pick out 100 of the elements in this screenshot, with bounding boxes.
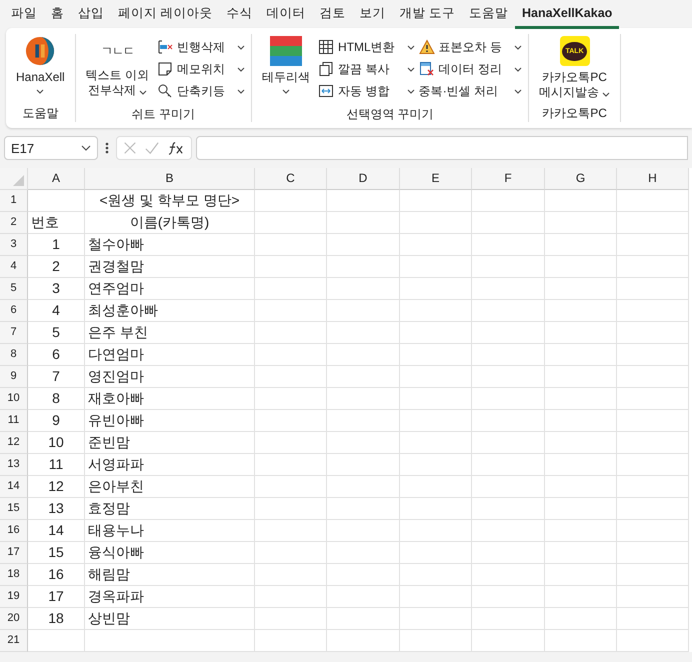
row-header[interactable]: 6 [0, 300, 28, 322]
ribbon-button[interactable]: 빈행삭제 [157, 36, 246, 58]
row-header[interactable]: 19 [0, 586, 28, 608]
ribbon-button[interactable]: ㄱㄴㄷ 텍스트 이외 전부삭제 [82, 34, 154, 106]
table-cell: 최성훈아빠 [85, 300, 255, 322]
column-header[interactable]: C [255, 168, 327, 190]
column-header[interactable]: B [85, 168, 255, 190]
table-cell: 12 [28, 476, 85, 498]
column-header[interactable]: E [400, 168, 472, 190]
table-cell [400, 344, 472, 366]
ribbon-button[interactable]: 깔끔 복사 [318, 58, 415, 80]
ribbon-tab[interactable]: 파일 [4, 0, 44, 28]
ribbon-button[interactable]: 테두리색 [258, 34, 314, 106]
ribbon-tab[interactable]: 홈 [44, 0, 71, 28]
table-cell [617, 212, 689, 234]
ribbon-button[interactable]: 단축키등 [157, 80, 246, 102]
row-header[interactable]: 17 [0, 542, 28, 564]
row-header[interactable]: 18 [0, 564, 28, 586]
table-cell [545, 322, 617, 344]
column-header[interactable]: D [327, 168, 400, 190]
table-cell: 3 [28, 278, 85, 300]
table-cell: 준빈맘 [85, 432, 255, 454]
table-cell [400, 322, 472, 344]
ribbon-tab[interactable]: 도움말 [462, 0, 515, 28]
color-stripes-icon [270, 36, 302, 66]
logo-icon [24, 36, 56, 66]
ribbon-button[interactable]: 데이터 정리 [418, 58, 522, 80]
ribbon-tab[interactable]: 검토 [312, 0, 352, 28]
row-header[interactable]: 2 [0, 212, 28, 234]
cancel-icon[interactable] [123, 141, 137, 155]
ribbon-button[interactable]: 메모위치 [157, 58, 246, 80]
table-cell [545, 388, 617, 410]
row-header[interactable]: 3 [0, 234, 28, 256]
ribbon-button[interactable]: 자동 병합 [318, 80, 415, 102]
row-header[interactable]: 14 [0, 476, 28, 498]
table-cell [400, 476, 472, 498]
row-header[interactable]: 12 [0, 432, 28, 454]
caret-icon [406, 44, 415, 50]
formula-input[interactable] [196, 136, 688, 160]
row-header[interactable]: 20 [0, 608, 28, 630]
ribbon-button[interactable]: 표본오차 등 [418, 36, 522, 58]
ribbon-button[interactable]: HanaXell [12, 34, 69, 105]
ribbon-tab[interactable]: 개발 도구 [392, 0, 462, 28]
ribbon-tab[interactable]: 수식 [219, 0, 260, 28]
column-header[interactable]: G [545, 168, 617, 190]
ribbon-tab[interactable]: 페이지 레이아웃 [111, 0, 220, 28]
table-cell [255, 322, 327, 344]
function-icon[interactable] [167, 141, 185, 155]
caret-icon [282, 89, 290, 94]
caret-icon [602, 92, 610, 97]
table-cell [255, 520, 327, 542]
row-header[interactable]: 21 [0, 630, 28, 652]
table-cell [400, 454, 472, 476]
select-all-icon[interactable] [13, 175, 24, 186]
column-header[interactable]: H [617, 168, 689, 190]
row-header[interactable]: 16 [0, 520, 28, 542]
column-header[interactable]: A [28, 168, 85, 190]
table-cell [400, 498, 472, 520]
table-cell [400, 410, 472, 432]
table-cell [255, 300, 327, 322]
table-cell [545, 234, 617, 256]
ribbon-tab[interactable]: 보기 [352, 0, 392, 28]
group-label: 도움말 [21, 105, 60, 122]
ribbon-tab[interactable]: 데이터 [259, 0, 312, 28]
group-label: 쉬트 꾸미기 [130, 106, 196, 123]
row-header[interactable]: 5 [0, 278, 28, 300]
table-cell: 7 [28, 366, 85, 388]
table-cell [617, 410, 689, 432]
group-label: 카카오톡PC [541, 105, 608, 122]
table-cell [400, 586, 472, 608]
row-header[interactable]: 8 [0, 344, 28, 366]
ribbon-button[interactable]: HTML변환 [318, 36, 415, 58]
table-cell [255, 432, 327, 454]
column-header[interactable]: F [472, 168, 545, 190]
table-cell [255, 498, 327, 520]
caret-icon [237, 66, 246, 72]
row-header[interactable]: 1 [0, 190, 28, 212]
table-cell [617, 454, 689, 476]
table-cell [545, 520, 617, 542]
table-cell [545, 608, 617, 630]
name-box[interactable]: E17 [4, 136, 98, 160]
table-cell: 권경철맘 [85, 256, 255, 278]
row-header[interactable]: 10 [0, 388, 28, 410]
table-cell: 15 [28, 542, 85, 564]
row-header[interactable]: 11 [0, 410, 28, 432]
table-cell [617, 366, 689, 388]
table-cell [617, 344, 689, 366]
check-icon[interactable] [145, 141, 159, 155]
table-cell: 16 [28, 564, 85, 586]
table-cell [617, 608, 689, 630]
row-header[interactable]: 9 [0, 366, 28, 388]
row-header[interactable]: 13 [0, 454, 28, 476]
ribbon-tab[interactable]: 삽입 [71, 0, 111, 28]
table-cell [545, 344, 617, 366]
row-header[interactable]: 15 [0, 498, 28, 520]
more-icon[interactable] [105, 141, 109, 155]
row-header[interactable]: 4 [0, 256, 28, 278]
row-header[interactable]: 7 [0, 322, 28, 344]
table-cell: 서영파파 [85, 454, 255, 476]
ribbon-button[interactable]: 중복·빈셀 처리 [418, 80, 522, 102]
